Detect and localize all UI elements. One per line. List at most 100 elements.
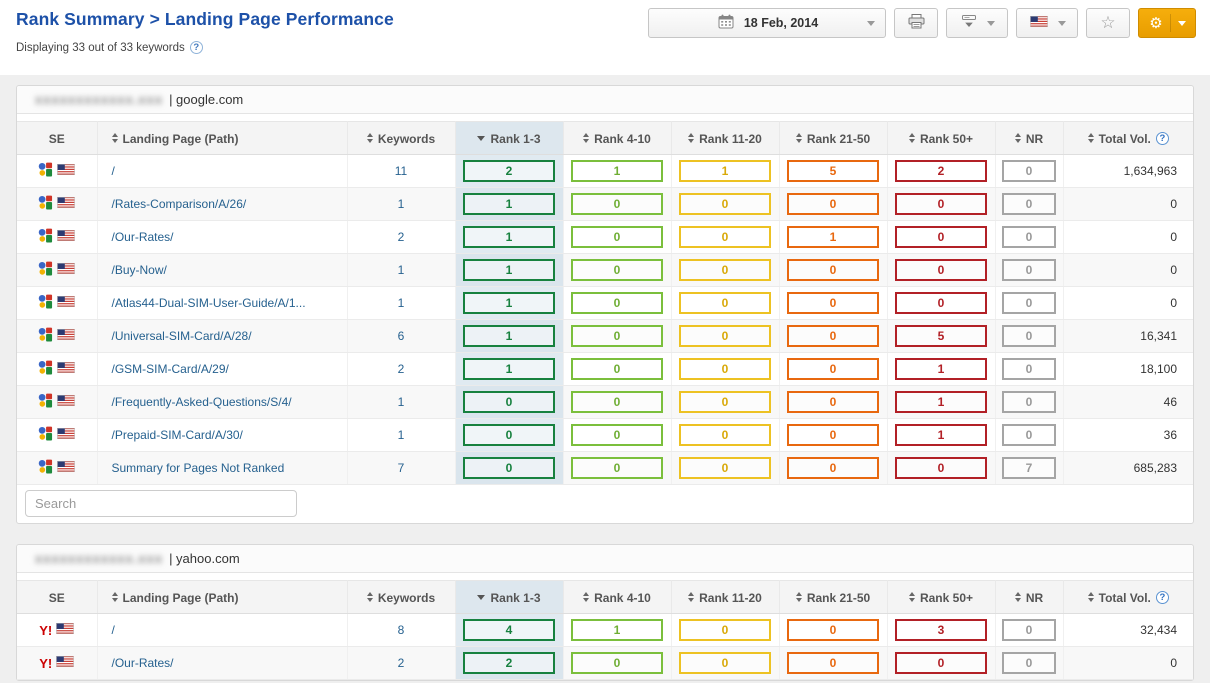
total-volume: 36: [1063, 419, 1193, 452]
us-flag-icon: [57, 362, 75, 376]
r21_50-cell: 0: [779, 419, 887, 452]
star-icon: ☆: [1100, 13, 1115, 33]
us-flag-icon: [57, 461, 75, 475]
help-icon[interactable]: ?: [1156, 132, 1169, 145]
r4_10-cell: 0: [563, 386, 671, 419]
favorite-button[interactable]: ☆: [1086, 8, 1130, 38]
table-row: /Our-Rates/21001000: [17, 221, 1193, 254]
google-icon: [38, 459, 53, 477]
r50-cell: 0: [887, 221, 995, 254]
r1_3-cell: 2: [455, 647, 563, 680]
r21_50-cell: 0: [779, 320, 887, 353]
settings-button[interactable]: ⚙: [1138, 8, 1196, 38]
column-header-nr[interactable]: NR: [995, 122, 1063, 155]
column-header-r4_10[interactable]: Rank 4-10: [563, 581, 671, 614]
r11_20-cell: 0: [671, 614, 779, 647]
google-icon: [38, 261, 53, 279]
nr-value-box: 0: [1002, 652, 1056, 674]
landing-page-link[interactable]: /GSM-SIM-Card/A/29/: [112, 362, 229, 376]
r1_3-value-box: 1: [463, 292, 555, 314]
export-button[interactable]: [946, 8, 1008, 38]
table-row: /Atlas44-Dual-SIM-User-Guide/A/1...11000…: [17, 287, 1193, 320]
column-header-r50[interactable]: Rank 50+: [887, 122, 995, 155]
header-row: SELanding Page (Path)KeywordsRank 1-3Ran…: [17, 122, 1193, 155]
r4_10-cell: 0: [563, 647, 671, 680]
landing-page-link[interactable]: /Our-Rates/: [112, 230, 174, 244]
r21_50-cell: 1: [779, 221, 887, 254]
landing-page-link[interactable]: /: [112, 623, 115, 637]
r21_50-cell: 0: [779, 647, 887, 680]
column-header-keywords[interactable]: Keywords: [347, 581, 455, 614]
r50-cell: 0: [887, 188, 995, 221]
sort-icon: [796, 133, 802, 143]
column-header-path[interactable]: Landing Page (Path): [97, 581, 347, 614]
landing-page-link[interactable]: /Buy-Now/: [112, 263, 167, 277]
r50-value-box: 1: [895, 391, 987, 413]
table-row: Summary for Pages Not Ranked7000007685,2…: [17, 452, 1193, 485]
help-icon[interactable]: ?: [1156, 591, 1169, 604]
landing-page-link[interactable]: /Rates-Comparison/A/26/: [112, 197, 247, 211]
search-input[interactable]: [25, 490, 297, 517]
r11_20-value-box: 0: [679, 391, 771, 413]
column-label: Landing Page (Path): [123, 131, 239, 145]
r4_10-value-box: 0: [571, 457, 663, 479]
locale-button[interactable]: [1016, 8, 1078, 38]
r21_50-value-box: 0: [787, 259, 879, 281]
landing-page-link[interactable]: /Our-Rates/: [112, 656, 174, 670]
se-cell: [17, 287, 97, 320]
keywords-count: 2: [347, 221, 455, 254]
table-row: /Prepaid-SIM-Card/A/30/100001036: [17, 419, 1193, 452]
column-header-total[interactable]: Total Vol.?: [1063, 581, 1193, 614]
r1_3-value-box: 0: [463, 391, 555, 413]
print-icon: [908, 14, 925, 32]
r4_10-value-box: 1: [571, 160, 663, 182]
landing-page-link[interactable]: /Atlas44-Dual-SIM-User-Guide/A/1...: [112, 296, 306, 310]
r4_10-cell: 0: [563, 320, 671, 353]
total-volume: 0: [1063, 647, 1193, 680]
column-header-path[interactable]: Landing Page (Path): [97, 122, 347, 155]
column-header-r1_3[interactable]: Rank 1-3: [455, 581, 563, 614]
help-icon[interactable]: ?: [190, 41, 203, 54]
landing-page-link[interactable]: /Frequently-Asked-Questions/S/4/: [112, 395, 292, 409]
print-button[interactable]: [894, 8, 938, 38]
nr-value-box: 0: [1002, 226, 1056, 248]
landing-page-link[interactable]: /: [112, 164, 115, 178]
r1_3-cell: 1: [455, 221, 563, 254]
date-picker-button[interactable]: 18 Feb, 2014: [648, 8, 886, 38]
sort-icon: [1015, 592, 1021, 602]
column-header-r1_3[interactable]: Rank 1-3: [455, 122, 563, 155]
landing-page-cell: /Rates-Comparison/A/26/: [97, 188, 347, 221]
r50-value-box: 0: [895, 457, 987, 479]
r1_3-cell: 0: [455, 452, 563, 485]
column-header-nr[interactable]: NR: [995, 581, 1063, 614]
rank-table-zone: SELanding Page (Path)KeywordsRank 1-3Ran…: [17, 114, 1193, 485]
column-header-r11_20[interactable]: Rank 11-20: [671, 122, 779, 155]
r11_20-value-box: 0: [679, 358, 771, 380]
google-icon: [38, 360, 53, 378]
sort-icon: [688, 592, 694, 602]
column-header-r21_50[interactable]: Rank 21-50: [779, 581, 887, 614]
r50-cell: 5: [887, 320, 995, 353]
nr-value-box: 0: [1002, 325, 1056, 347]
column-header-r50[interactable]: Rank 50+: [887, 581, 995, 614]
landing-page-link[interactable]: /Prepaid-SIM-Card/A/30/: [112, 428, 243, 442]
landing-page-link[interactable]: Summary for Pages Not Ranked: [112, 461, 285, 475]
r50-cell: 1: [887, 386, 995, 419]
column-label: Rank 1-3: [490, 590, 540, 604]
r21_50-value-box: 5: [787, 160, 879, 182]
column-header-keywords[interactable]: Keywords: [347, 122, 455, 155]
sort-icon: [1015, 133, 1021, 143]
sort-icon: [688, 133, 694, 143]
r21_50-value-box: 0: [787, 292, 879, 314]
se-cell: [17, 419, 97, 452]
r21_50-cell: 0: [779, 386, 887, 419]
landing-page-cell: /Our-Rates/: [97, 221, 347, 254]
column-header-total[interactable]: Total Vol.?: [1063, 122, 1193, 155]
column-header-r4_10[interactable]: Rank 4-10: [563, 122, 671, 155]
column-header-r11_20[interactable]: Rank 11-20: [671, 581, 779, 614]
r1_3-value-box: 1: [463, 358, 555, 380]
se-cell: [17, 221, 97, 254]
landing-page-link[interactable]: /Universal-SIM-Card/A/28/: [112, 329, 252, 343]
keywords-count: 11: [347, 155, 455, 188]
column-header-r21_50[interactable]: Rank 21-50: [779, 122, 887, 155]
